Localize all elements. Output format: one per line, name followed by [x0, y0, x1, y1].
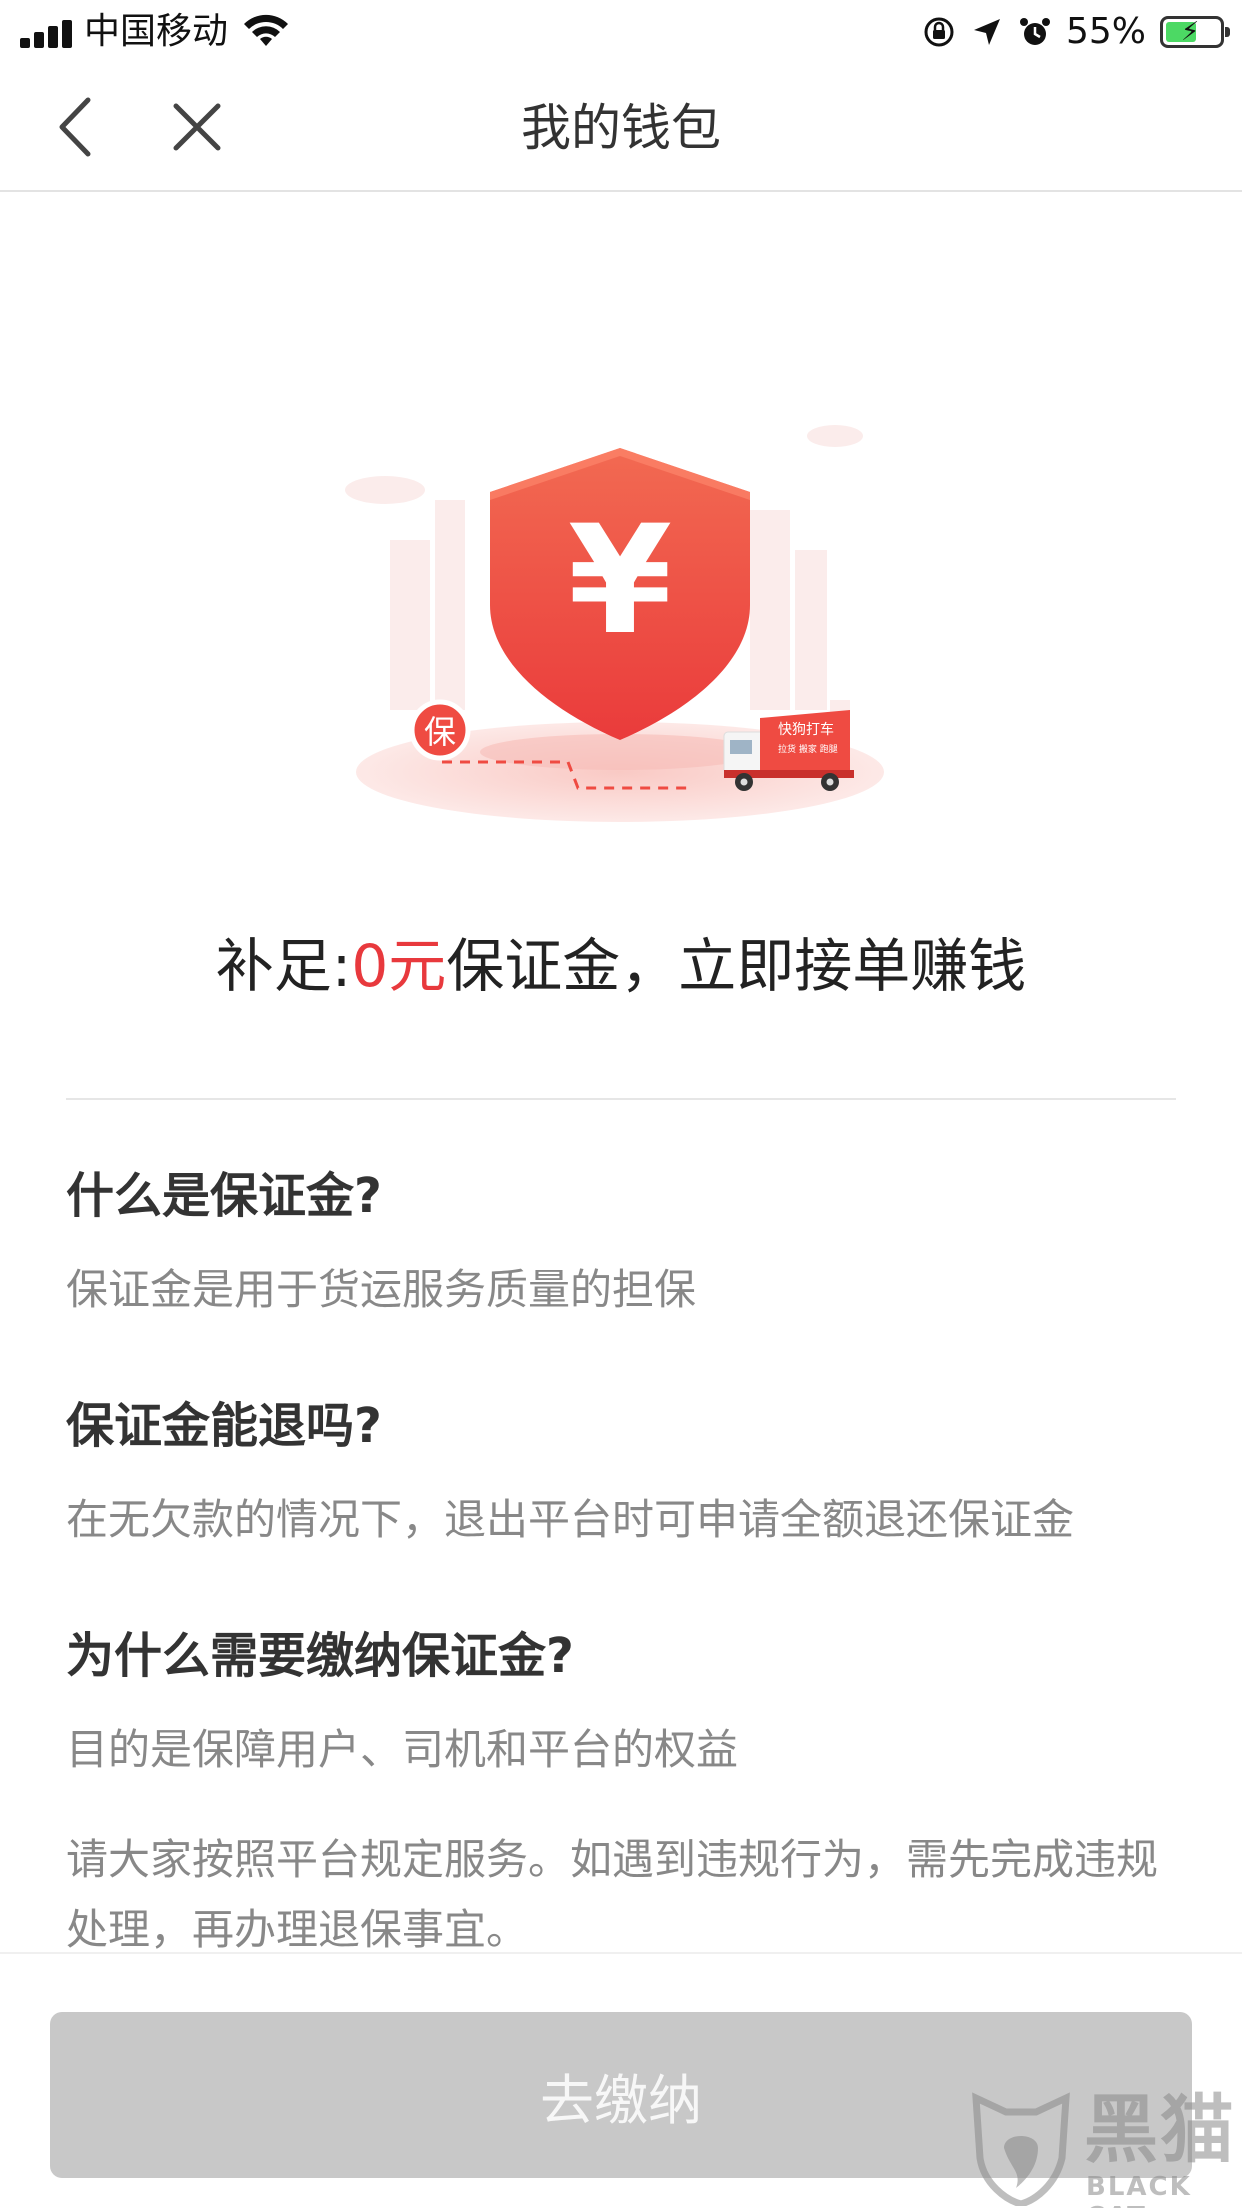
currency-symbol: ¥ — [568, 494, 672, 668]
truck-sublabel: 拉货 搬家 跑腿 — [778, 743, 838, 755]
faq-item: 什么是保证金? 保证金是用于货运服务质量的担保 — [66, 1164, 1186, 1322]
headline-suffix: 保证金，立即接单赚钱 — [446, 932, 1027, 1000]
rules-note: 请大家按照平台规定服务。如遇到违规行为，需先完成违规处理，再办理退保事宜。 — [66, 1835, 1159, 1954]
carrier-name: 中国移动 — [84, 11, 229, 52]
status-right: 55% ⚡ — [922, 8, 1230, 56]
deposit-headline: 补足:0元保证金，立即接单赚钱 — [0, 928, 1242, 1004]
faq-question: 保证金能退吗? — [66, 1398, 382, 1454]
page-title: 我的钱包 — [521, 99, 721, 157]
truck-label: 快狗打车 — [778, 721, 834, 738]
nav-bar: 我的钱包 — [0, 64, 1242, 192]
badge-label: 保 — [424, 713, 456, 751]
faq-question: 为什么需要缴纳保证金? — [66, 1628, 574, 1684]
watermark-subtext: BLACK CAT — [1086, 2172, 1192, 2208]
faq-answer: 在无欠款的情况下，退出平台时可申请全额退还保证金 — [66, 1495, 1075, 1544]
faq-answer: 目的是保障用户、司机和平台的权益 — [66, 1725, 739, 1774]
watermark: 黑猫 BLACK CAT — [966, 2088, 1242, 2208]
divider — [66, 1098, 1176, 1100]
signal-icon — [20, 20, 72, 48]
orientation-lock-icon — [924, 17, 954, 47]
black-cat-logo-icon — [972, 2092, 1070, 2206]
battery-icon: ⚡ — [1160, 16, 1230, 48]
watermark-text: 黑猫 — [1084, 2087, 1236, 2173]
faq-question: 什么是保证金? — [66, 1168, 382, 1224]
headline-prefix: 补足: — [215, 932, 352, 1000]
faq-answer: 保证金是用于货运服务质量的担保 — [66, 1265, 697, 1314]
alarm-icon — [1019, 18, 1050, 45]
faq-item: 为什么需要缴纳保证金? 目的是保障用户、司机和平台的权益 — [66, 1624, 1186, 1782]
faq-item: 保证金能退吗? 在无欠款的情况下，退出平台时可申请全额退还保证金 — [66, 1394, 1186, 1552]
status-bar: 中国移动 55% ⚡ — [0, 0, 1242, 64]
battery-percent: 55% — [1065, 11, 1146, 52]
wifi-icon — [244, 14, 288, 46]
deposit-amount: 0元 — [351, 932, 447, 1000]
location-arrow-icon — [973, 19, 1000, 45]
deposit-illustration: ¥ 保 快狗打车 拉货 搬家 跑腿 — [345, 425, 884, 822]
